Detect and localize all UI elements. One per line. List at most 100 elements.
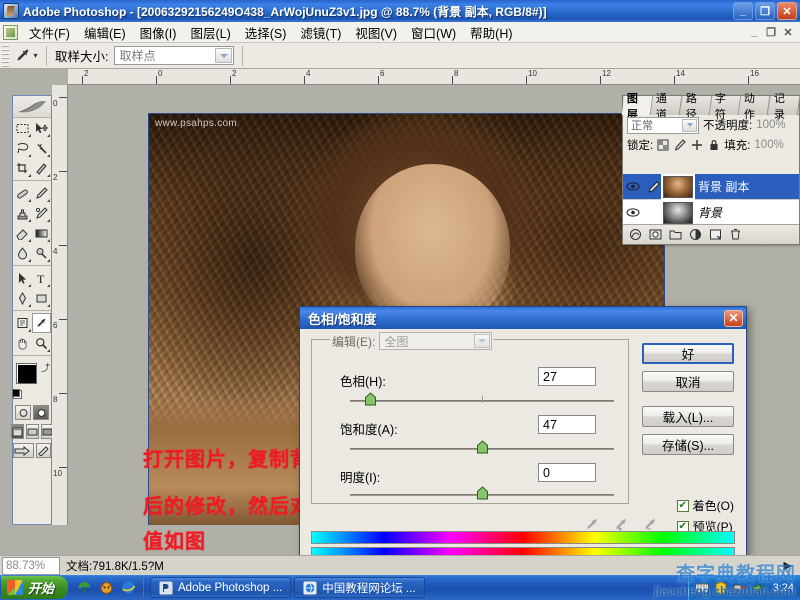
eyedropper-tool[interactable] [32, 313, 51, 333]
colorize-checkbox-row[interactable]: 着色(O) [676, 497, 734, 514]
default-colors-icon[interactable] [12, 389, 22, 399]
tab-layers[interactable]: 图层 [621, 93, 654, 121]
slice-tool[interactable] [32, 158, 51, 178]
notes-tool[interactable] [13, 313, 32, 333]
hand-tool[interactable] [13, 333, 32, 353]
menu-image[interactable]: 图像(I) [133, 21, 184, 44]
layer-thumbnail[interactable] [663, 201, 693, 224]
keyboard-icon[interactable] [694, 581, 709, 595]
lock-image-icon[interactable] [674, 139, 686, 151]
pen-tool[interactable] [13, 288, 32, 308]
clone-stamp-tool[interactable] [13, 203, 32, 223]
quick-mask-mode-button[interactable] [33, 405, 49, 420]
load-button[interactable]: 载入(L)... [642, 406, 734, 427]
save-button[interactable]: 存储(S)... [642, 434, 734, 455]
layer-name[interactable]: 背景 [698, 204, 722, 221]
cancel-button[interactable]: 取消 [642, 371, 734, 392]
start-button[interactable]: 开始 [1, 576, 69, 599]
tab-actions[interactable]: 动作 [738, 93, 771, 121]
layer-row[interactable]: 背景 [623, 200, 799, 226]
crop-tool[interactable] [13, 158, 32, 178]
edit-channel-select[interactable]: 全图 [379, 332, 493, 350]
lasso-tool[interactable] [13, 138, 32, 158]
delete-layer-icon[interactable] [729, 228, 742, 241]
menu-layer[interactable]: 图层(L) [183, 21, 237, 44]
history-brush-tool[interactable] [32, 203, 51, 223]
blend-mode-select[interactable]: 正常 [627, 116, 699, 134]
dodge-tool[interactable] [32, 243, 51, 263]
ie-icon[interactable] [121, 580, 136, 595]
sample-size-select[interactable]: 取样点 [114, 46, 235, 65]
taskbar-item-browser[interactable]: 中国教程网论坛 ... [294, 577, 425, 598]
fill-value[interactable]: 100% [754, 139, 783, 151]
shield-icon[interactable] [714, 580, 728, 595]
layer-style-icon[interactable] [629, 228, 642, 241]
layer-thumbnail[interactable] [661, 173, 695, 200]
layer-mask-icon[interactable] [649, 228, 662, 241]
blur-tool[interactable] [13, 243, 32, 263]
tab-character[interactable]: 字符 [709, 93, 742, 121]
lightness-slider-thumb[interactable] [476, 486, 489, 500]
layer-row[interactable]: 背景 副本 [623, 173, 799, 200]
full-screen-menubar-button[interactable] [25, 424, 39, 439]
dialog-title-bar[interactable]: 色相/饱和度 ✕ [300, 307, 746, 329]
doc-close-button[interactable]: ✕ [781, 26, 795, 39]
ok-button[interactable]: 好 [642, 343, 734, 364]
tab-history[interactable]: 记录 [768, 93, 800, 121]
colorize-checkbox[interactable] [676, 499, 689, 512]
zoom-tool[interactable] [32, 333, 51, 353]
standard-screen-mode-button[interactable] [10, 424, 24, 439]
tiger-icon[interactable] [99, 580, 114, 595]
hue-value-input[interactable]: 27 [538, 367, 596, 386]
chevron-down-icon[interactable] [474, 334, 491, 348]
taskbar-item-photoshop[interactable]: Adobe Photoshop ... [150, 577, 292, 598]
eraser-tool[interactable] [13, 223, 32, 243]
foreground-color-swatch[interactable] [16, 363, 37, 384]
chevron-down-icon[interactable] [682, 118, 697, 132]
restore-button[interactable]: ❐ [755, 2, 775, 20]
network-icon[interactable] [733, 581, 747, 595]
gradient-tool[interactable] [32, 223, 51, 243]
adjustment-layer-icon[interactable] [689, 228, 702, 241]
menu-select[interactable]: 选择(S) [238, 21, 294, 44]
layer-visibility-toggle[interactable] [623, 181, 643, 192]
clock[interactable]: 3:24 [773, 582, 794, 594]
layer-edit-indicator[interactable] [643, 180, 663, 193]
lock-transparency-icon[interactable] [657, 139, 669, 151]
saturation-value-input[interactable]: 47 [538, 415, 596, 434]
minimize-button[interactable]: _ [733, 2, 753, 20]
imageready-icon-button[interactable] [35, 443, 51, 458]
path-selection-tool[interactable] [13, 268, 32, 288]
doc-restore-button[interactable]: ❐ [764, 26, 778, 39]
saturation-slider-thumb[interactable] [476, 440, 489, 454]
dialog-close-button[interactable]: ✕ [724, 309, 743, 327]
eyedropper-icon[interactable]: ▾ [14, 45, 38, 67]
new-group-icon[interactable] [669, 228, 682, 241]
lightness-value-input[interactable]: 0 [538, 463, 596, 482]
volume-icon[interactable] [752, 581, 766, 595]
new-layer-icon[interactable] [709, 228, 722, 241]
marquee-tool[interactable] [13, 118, 32, 138]
toolbox-header[interactable] [13, 96, 51, 118]
magic-wand-tool[interactable] [32, 138, 51, 158]
options-bar-grip[interactable] [2, 44, 9, 67]
doc-minimize-button[interactable]: _ [747, 26, 761, 39]
standard-mask-mode-button[interactable] [15, 405, 31, 420]
tab-channels[interactable]: 通道 [650, 93, 683, 121]
tab-paths[interactable]: 路径 [680, 93, 713, 121]
lock-all-icon[interactable] [708, 139, 720, 151]
type-tool[interactable]: T [32, 268, 51, 288]
layer-name[interactable]: 背景 副本 [698, 178, 749, 195]
close-button[interactable]: ✕ [777, 2, 797, 20]
chevron-down-icon[interactable] [215, 48, 233, 63]
hue-slider-thumb[interactable] [364, 392, 377, 406]
menu-window[interactable]: 窗口(W) [404, 21, 463, 44]
umbrella-icon[interactable] [77, 580, 92, 595]
healing-brush-tool[interactable] [13, 183, 32, 203]
menu-filter[interactable]: 滤镜(T) [293, 21, 348, 44]
menu-file[interactable]: 文件(F) [22, 21, 77, 44]
swap-colors-icon[interactable]: ⤴ [41, 361, 50, 374]
status-menu-arrow-icon[interactable]: ▶ [784, 559, 792, 572]
tool-preset-chevron-icon[interactable]: ▾ [33, 51, 37, 60]
zoom-level-input[interactable]: 88.73% [2, 556, 60, 575]
